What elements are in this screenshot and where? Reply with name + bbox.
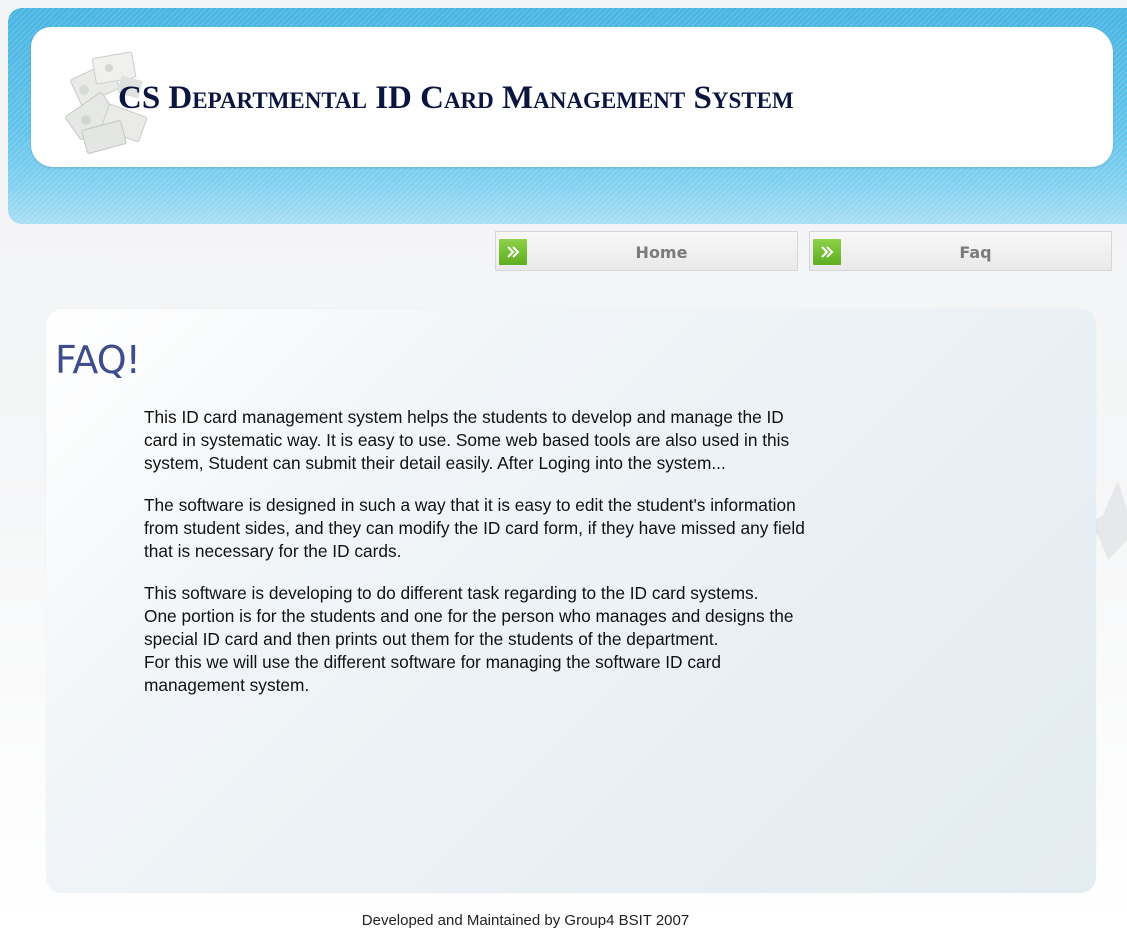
faq-paragraph: The software is designed in such a way t… [144, 495, 805, 561]
footer: Developed and Maintained by Group4 BSIT … [0, 912, 1127, 929]
faq-body: This ID card management system helps the… [144, 406, 1044, 716]
double-chevron-right-icon [499, 239, 527, 265]
nav-tab-home-label: Home [635, 243, 688, 262]
page-heading: FAQ! [55, 338, 141, 382]
site-title: CS Departmental ID Card Management Syste… [118, 80, 794, 116]
faq-paragraph: This software is developing to do differ… [144, 583, 794, 695]
nav-tab-faq[interactable]: Faq [809, 231, 1112, 271]
nav-tab-faq-label: Faq [959, 243, 992, 262]
faq-paragraph: This ID card management system helps the… [144, 407, 790, 473]
footer-text: Developed and Maintained by Group4 BSIT … [361, 912, 690, 929]
nav-tab-home[interactable]: Home [495, 231, 798, 271]
double-chevron-right-icon [813, 239, 841, 265]
